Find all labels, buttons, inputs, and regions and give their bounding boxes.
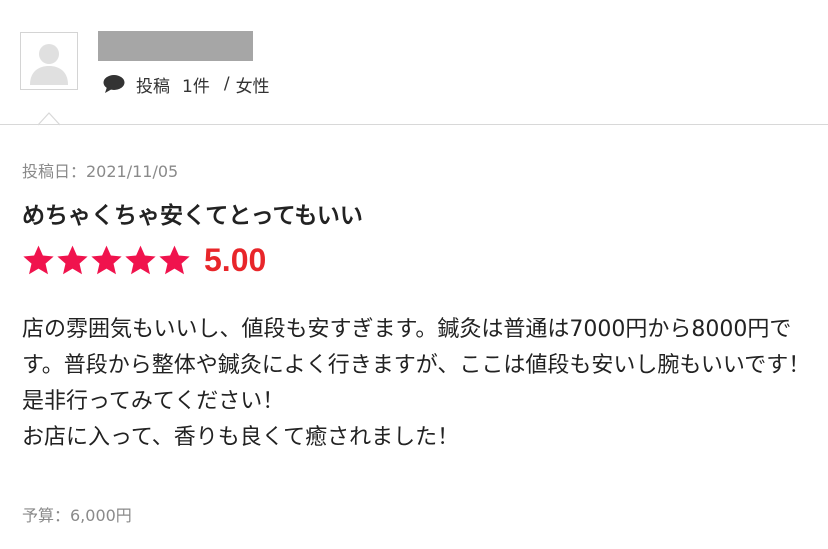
reviewer-gender: 女性: [235, 76, 270, 97]
reviewer-header: 投稿 1件 / 女性: [0, 0, 828, 126]
header-divider: [0, 124, 828, 125]
rating-score: 5.00: [204, 241, 267, 278]
review-body-paragraph: 店の雰囲気もいいし、値段も安すぎます。鍼灸は普通は7000円から8000円です。…: [22, 317, 811, 414]
reviewer-meta: 投稿 1件 / 女性: [102, 72, 270, 97]
star-icon: [159, 245, 190, 274]
post-count: 1件: [182, 76, 210, 97]
star-icon: [57, 245, 88, 274]
star-icon: [91, 245, 122, 274]
star-icon: [125, 245, 156, 274]
speech-bubble-icon: [102, 74, 126, 94]
post-date: 投稿日：2021/11/05: [22, 162, 179, 181]
rating-row: 5.00: [22, 240, 266, 280]
review-title: めちゃくちゃ安くてとってもいい: [22, 203, 363, 229]
reviewer-name-redacted[interactable]: [98, 31, 253, 61]
review-body: 店の雰囲気もいいし、値段も安すぎます。鍼灸は普通は7000円から8000円です。…: [22, 312, 812, 456]
star-icon: [23, 245, 54, 274]
budget-info: 予算：6,000円: [22, 506, 132, 525]
star-rating: [22, 244, 192, 277]
post-label: 投稿: [136, 76, 170, 97]
user-avatar-icon[interactable]: [20, 32, 78, 90]
meta-separator: /: [223, 74, 230, 94]
review-body-paragraph: お店に入って、香りも良くて癒されました！: [22, 425, 460, 450]
